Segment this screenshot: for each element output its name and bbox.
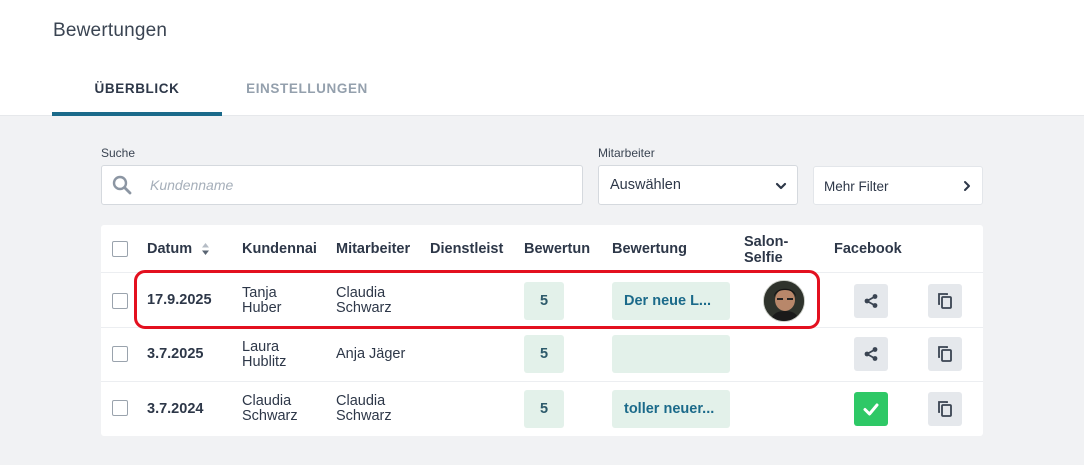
- page-header: Bewertungen ÜBERBLICK EINSTELLUNGEN: [0, 0, 1084, 116]
- review-text-badge[interactable]: Der neue L...: [612, 282, 730, 320]
- facebook-posted-button[interactable]: [854, 392, 888, 426]
- copy-button[interactable]: [928, 392, 962, 426]
- select-all-checkbox[interactable]: [112, 241, 128, 257]
- row-employee-last: Schwarz: [336, 408, 392, 424]
- employee-select[interactable]: Auswählen: [598, 165, 798, 205]
- selfie-image: [764, 281, 804, 321]
- search-icon: [112, 175, 132, 195]
- row-employee-last: Schwarz: [336, 300, 392, 316]
- score-badge: 5: [524, 390, 564, 428]
- copy-icon: [938, 293, 952, 309]
- sort-updown-icon[interactable]: [201, 242, 210, 256]
- tab-overview[interactable]: ÜBERBLICK: [52, 72, 222, 116]
- more-filter-label: Mehr Filter: [824, 179, 889, 194]
- copy-button[interactable]: [928, 337, 962, 371]
- share-icon: [864, 347, 878, 361]
- check-icon: [863, 403, 879, 416]
- row-checkbox[interactable]: [112, 400, 128, 416]
- review-text-badge[interactable]: toller neuer...: [612, 390, 730, 428]
- row-divider: [101, 272, 983, 273]
- row-employee-first: Claudia: [336, 393, 386, 409]
- column-header-service: Dienstleist: [430, 241, 504, 257]
- copy-icon: [938, 401, 952, 417]
- column-header-employee: Mitarbeiter: [336, 241, 411, 257]
- row-divider: [101, 381, 983, 382]
- row-checkbox[interactable]: [112, 293, 128, 309]
- tab-settings[interactable]: EINSTELLUNGEN: [222, 72, 392, 116]
- column-header-selfie: Salon- Selfie: [744, 234, 789, 266]
- page-title: Bewertungen: [53, 20, 168, 41]
- column-header-customer: Kundennai: [242, 241, 317, 257]
- column-header-date[interactable]: Datum: [147, 241, 210, 257]
- chevron-down-icon: [775, 182, 787, 190]
- reviews-table: Datum Kundennai Mitarbeiter Dienstleist …: [101, 225, 983, 436]
- row-customer-first: Claudia: [242, 393, 292, 409]
- column-header-review: Bewertung: [612, 241, 687, 257]
- more-filter-button[interactable]: Mehr Filter: [813, 166, 983, 205]
- row-customer-last: Huber: [242, 300, 282, 316]
- row-employee-first: Claudia: [336, 285, 386, 301]
- row-customer-first: Laura: [242, 339, 280, 355]
- row-customer-first: Tanja: [242, 285, 277, 301]
- row-date: 3.7.2025: [147, 346, 204, 362]
- column-header-score: Bewertun: [524, 241, 591, 257]
- employee-select-value: Auswählen: [610, 177, 681, 193]
- search-box[interactable]: [101, 165, 583, 205]
- salon-selfie-avatar[interactable]: [763, 280, 805, 322]
- copy-button[interactable]: [928, 284, 962, 318]
- search-input[interactable]: [150, 166, 570, 204]
- facebook-share-button[interactable]: [854, 337, 888, 371]
- search-label: Suche: [101, 146, 136, 160]
- chevron-right-icon: [964, 181, 970, 191]
- score-badge: 5: [524, 335, 564, 373]
- copy-icon: [938, 346, 952, 362]
- row-divider: [101, 327, 983, 328]
- employee-filter-label: Mitarbeiter: [598, 146, 655, 160]
- facebook-share-button[interactable]: [854, 284, 888, 318]
- column-header-facebook: Facebook: [834, 241, 902, 257]
- score-badge: 5: [524, 282, 564, 320]
- row-checkbox[interactable]: [112, 346, 128, 362]
- row-date: 3.7.2024: [147, 401, 204, 417]
- review-text-badge[interactable]: [612, 335, 730, 373]
- row-date: 17.9.2025: [147, 292, 212, 308]
- share-icon: [864, 294, 878, 308]
- row-customer-last: Schwarz: [242, 408, 298, 424]
- row-customer-last: Hublitz: [242, 354, 287, 370]
- row-employee: Anja Jäger: [336, 346, 406, 362]
